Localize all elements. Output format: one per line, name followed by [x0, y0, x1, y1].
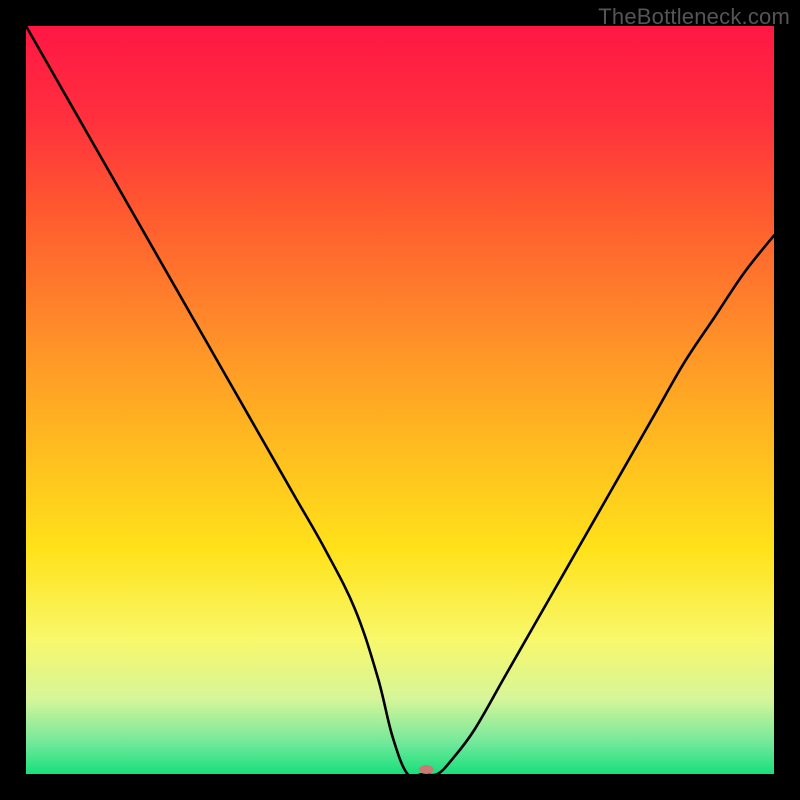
bottleneck-plot: [26, 26, 774, 774]
watermark-label: TheBottleneck.com: [598, 4, 790, 30]
optimal-marker: [419, 765, 434, 774]
chart-frame: TheBottleneck.com: [0, 0, 800, 800]
